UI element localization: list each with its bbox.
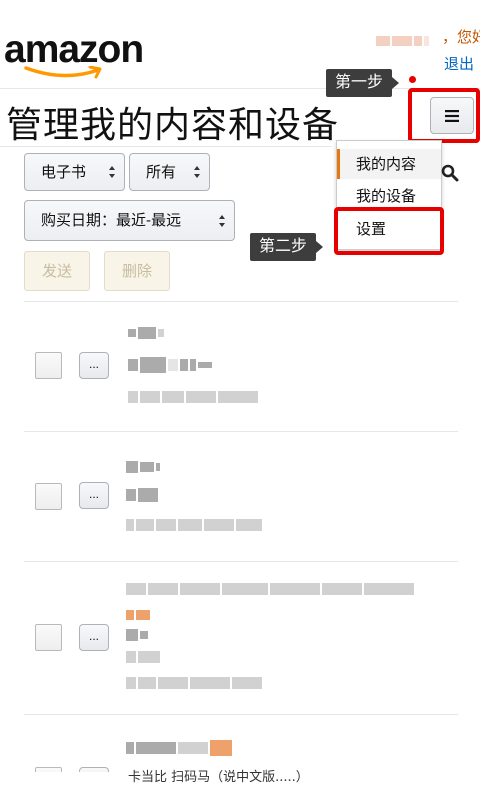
item-meta-blurred [128, 386, 260, 405]
delete-button[interactable]: 删除 [104, 251, 170, 291]
ownership-value: 所有 [146, 163, 177, 181]
item-checkbox[interactable] [35, 483, 62, 510]
menu-item-my-content[interactable]: 我的内容 [337, 149, 441, 179]
item-title-blurred [126, 456, 162, 475]
logo-text: amazon [4, 28, 144, 71]
select-arrows-icon [219, 215, 225, 227]
item-author-blurred [126, 624, 150, 643]
item-author-blurred [128, 354, 214, 373]
list-item: ... [0, 562, 480, 712]
step1-tooltip: 第一步 [326, 69, 400, 97]
item-more-button[interactable]: ... [79, 624, 109, 651]
logout-link[interactable]: 退出 [444, 53, 474, 74]
sort-value: 购买日期：最近-最远 [41, 211, 182, 229]
item-more-button[interactable]: ... [79, 352, 109, 379]
list-item: ... [0, 715, 480, 772]
item-title-blurred [126, 737, 234, 756]
step2-highlight-box [334, 207, 444, 255]
amazon-logo[interactable]: amazon [4, 30, 154, 82]
page-title: 管理我的内容和设备 [6, 105, 340, 146]
step1-highlight-box [408, 88, 480, 143]
step2-tooltip: 第二步 [250, 233, 324, 261]
item-meta-blurred [126, 514, 264, 533]
item-meta-blurred [126, 672, 264, 691]
content-type-select[interactable]: 电子书 [24, 153, 125, 191]
item-author-partial: 卡当比 扫码马（说中文版.....） [128, 770, 309, 785]
item-title-blurred [126, 578, 416, 597]
item-badge-blurred [126, 604, 152, 623]
list-item: ... [0, 302, 480, 430]
smile-icon [24, 66, 102, 79]
select-arrows-icon [109, 166, 115, 178]
item-author-blurred [126, 484, 160, 503]
item-more-button[interactable]: ... [79, 767, 109, 772]
send-button[interactable]: 发送 [24, 251, 90, 291]
select-arrows-icon [194, 166, 200, 178]
item-subauthor-blurred [126, 646, 162, 665]
item-checkbox[interactable] [35, 624, 62, 651]
item-checkbox[interactable] [35, 352, 62, 379]
item-title-blurred [128, 322, 166, 341]
content-type-value: 电子书 [41, 163, 87, 181]
user-name-blurred [376, 31, 432, 46]
list-item: ... [0, 432, 480, 560]
item-more-button[interactable]: ... [79, 482, 109, 509]
greeting-text: ，您好 [442, 28, 480, 46]
step1-pointer-dot [409, 76, 416, 83]
search-icon[interactable] [441, 164, 459, 182]
title-divider [0, 146, 332, 147]
item-checkbox[interactable] [35, 767, 62, 772]
ownership-select[interactable]: 所有 [129, 153, 210, 191]
sort-select[interactable]: 购买日期：最近-最远 [24, 200, 235, 241]
